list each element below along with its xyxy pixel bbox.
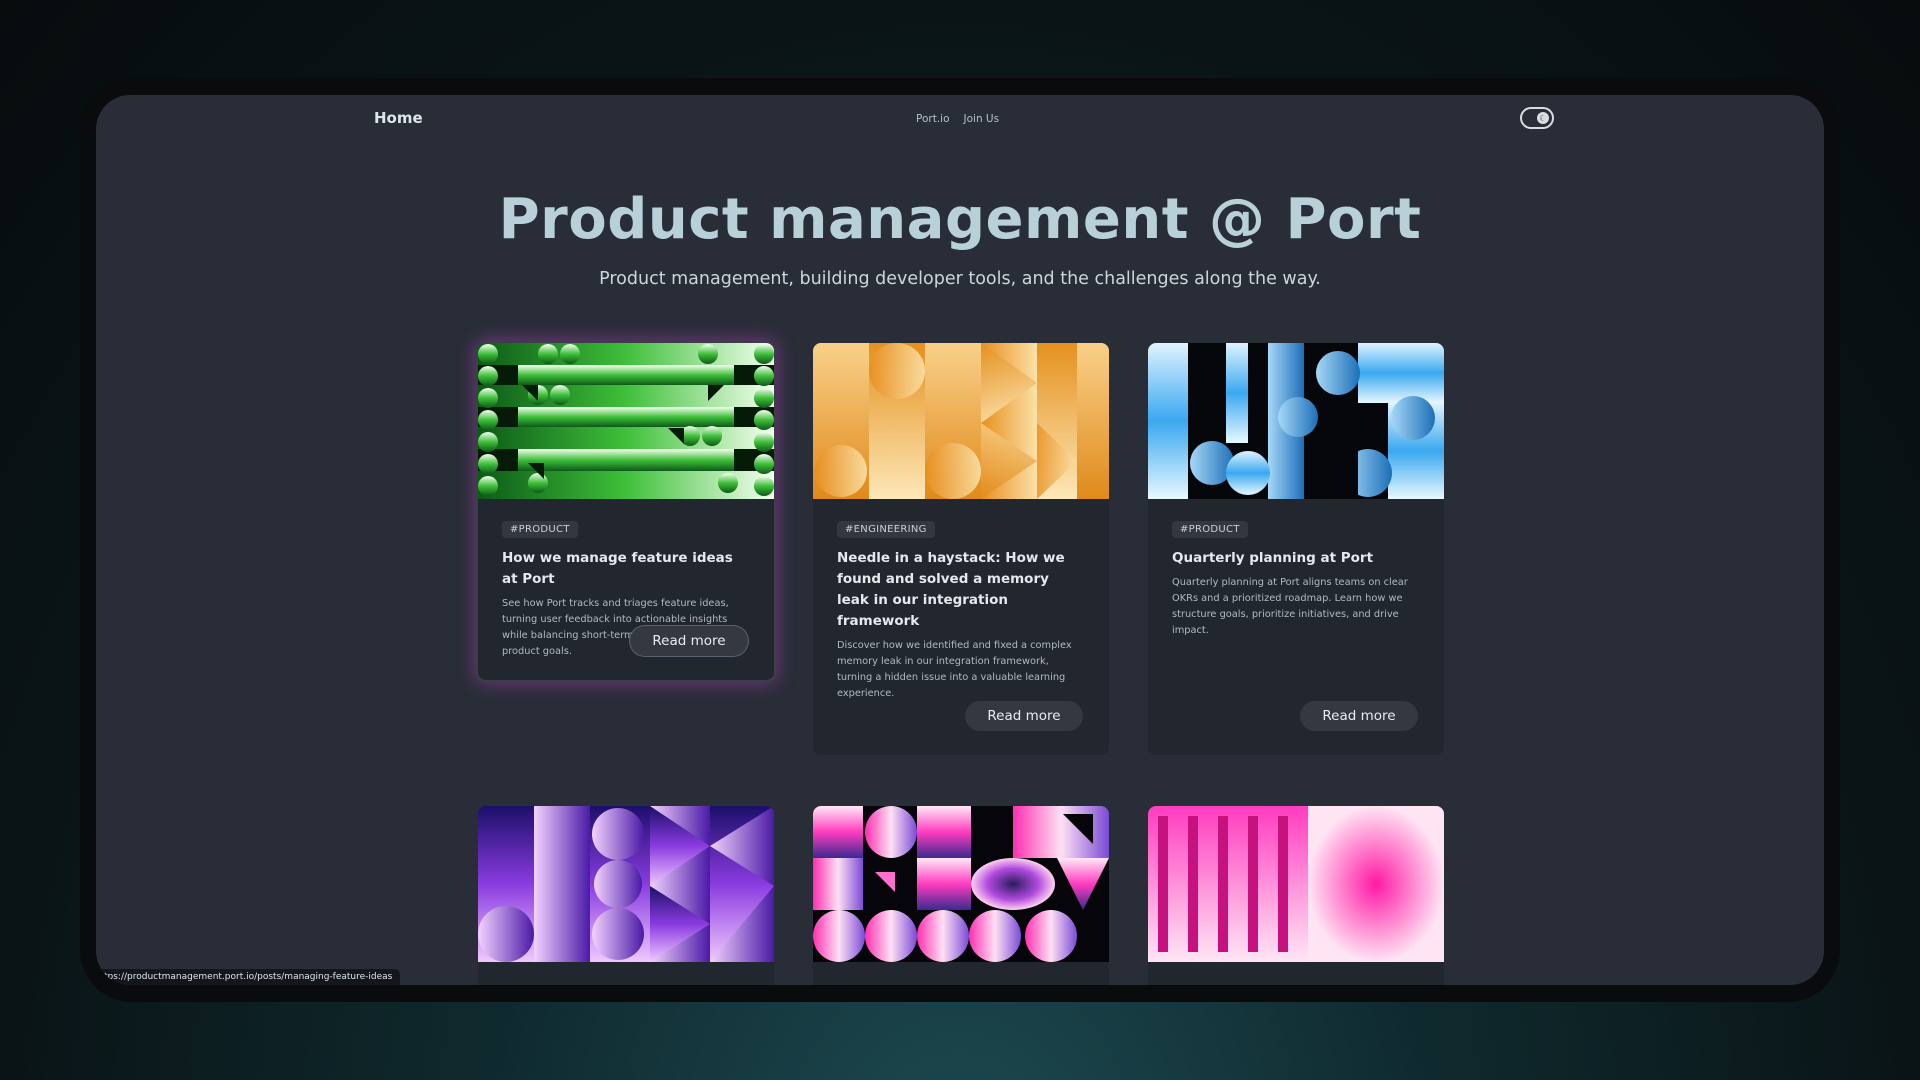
read-more-button[interactable]: Read more	[965, 701, 1083, 731]
post-image-purple	[478, 806, 774, 962]
theme-toggle[interactable]: ☾	[1520, 107, 1554, 129]
post-card[interactable]	[813, 806, 1109, 985]
read-more-button[interactable]: Read more	[630, 626, 748, 656]
nav-link-portio[interactable]: Port.io	[916, 113, 950, 125]
post-card[interactable]	[478, 806, 774, 985]
nav-home-link[interactable]: Home	[374, 109, 423, 127]
nav-link-join-us[interactable]: Join Us	[964, 113, 1000, 125]
post-title[interactable]: Needle in a haystack: How we found and s…	[837, 548, 1085, 632]
page-title: Product management @ Port	[498, 187, 1422, 252]
page-subtitle: Product management, building developer t…	[599, 269, 1321, 289]
post-image-magenta	[1148, 806, 1444, 962]
nav-links: Port.io Join Us	[916, 113, 999, 125]
post-card[interactable]: #PRODUCT Quarterly planning at Port Quar…	[1148, 343, 1444, 755]
read-more-button[interactable]: Read more	[1300, 701, 1418, 731]
post-description: Discover how we identified and fixed a c…	[837, 640, 1072, 699]
post-image-orange	[813, 343, 1109, 499]
post-image-green	[478, 343, 774, 499]
post-card[interactable]: #ENGINEERING Needle in a haystack: How w…	[813, 343, 1109, 755]
browser-viewport: Home Port.io Join Us ☾ Product managemen…	[96, 95, 1824, 985]
post-tag[interactable]: #PRODUCT	[502, 521, 578, 538]
post-tag[interactable]: #ENGINEERING	[837, 521, 935, 538]
post-tag[interactable]: #PRODUCT	[1172, 521, 1248, 538]
post-image-pink-black	[813, 806, 1109, 962]
post-card[interactable]: #PRODUCT How we manage feature ideas at …	[478, 343, 774, 680]
link-preview-status-bar: tps://productmanagement.port.io/posts/ma…	[96, 969, 401, 985]
post-description: Quarterly planning at Port aligns teams …	[1172, 577, 1408, 636]
post-card[interactable]	[1148, 806, 1444, 985]
post-title[interactable]: Quarterly planning at Port	[1172, 548, 1420, 569]
theme-toggle-knob-icon: ☾	[1537, 112, 1549, 124]
post-title[interactable]: How we manage feature ideas at Port	[502, 548, 750, 590]
post-image-blue	[1148, 343, 1444, 499]
